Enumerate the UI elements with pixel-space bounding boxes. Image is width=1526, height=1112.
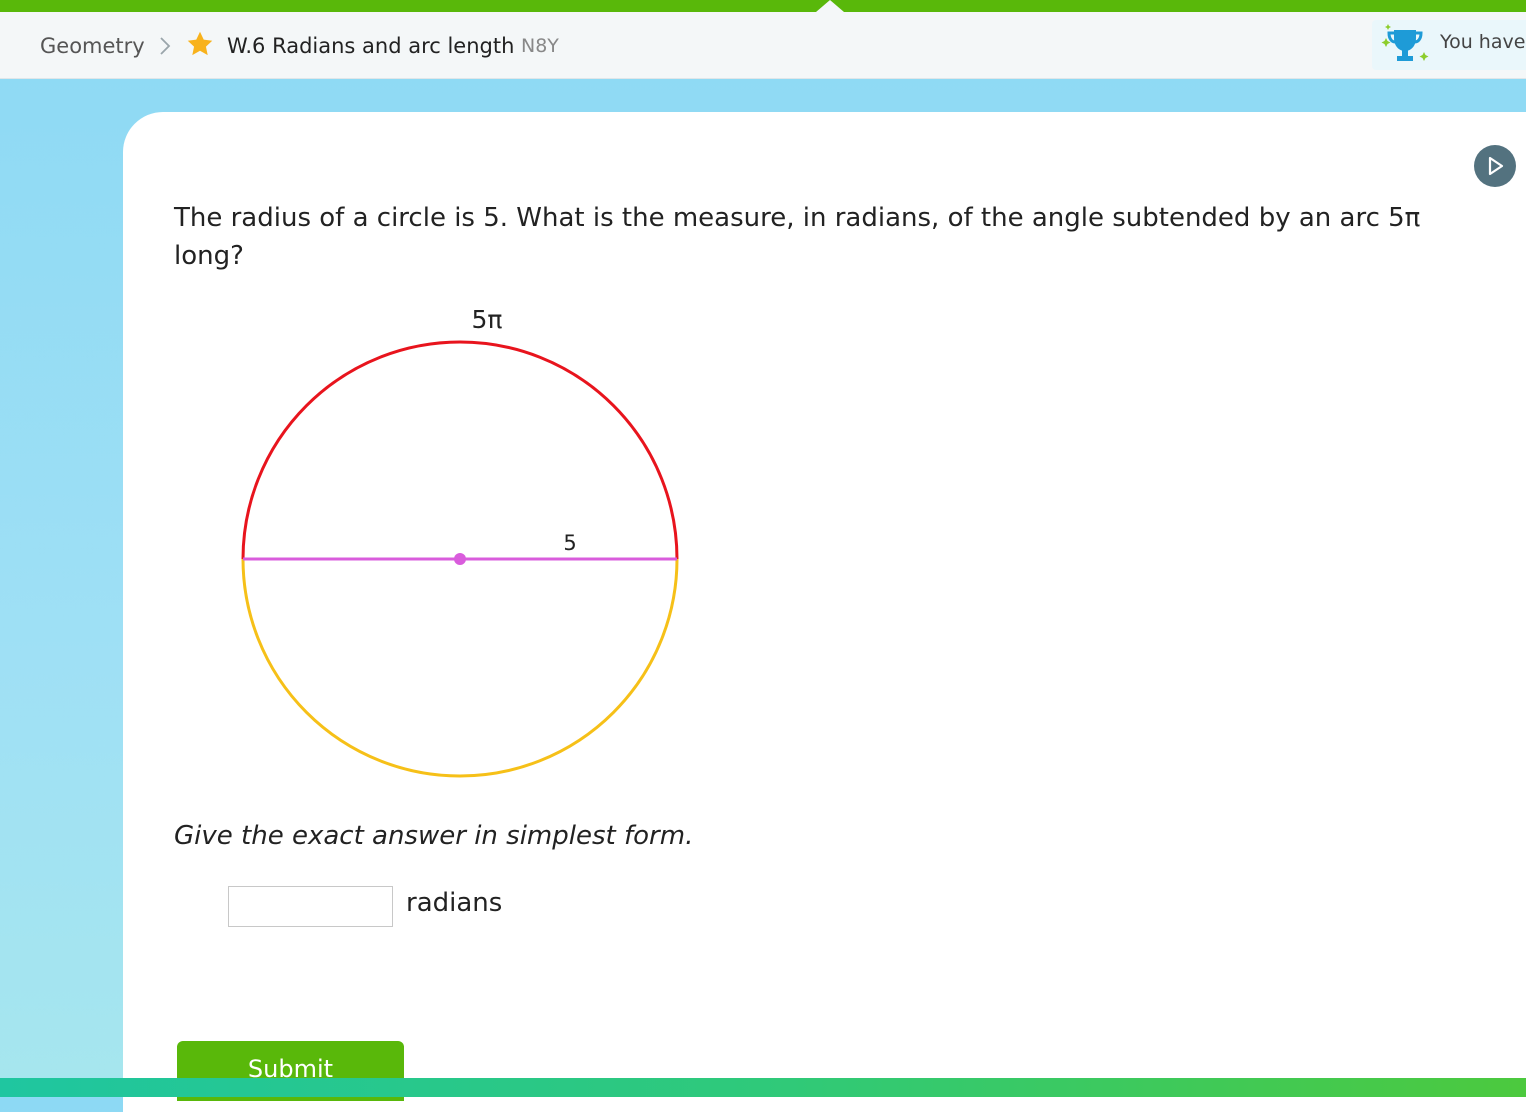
top-progress-bar xyxy=(0,0,1526,12)
top-notch xyxy=(816,0,844,12)
chevron-right-icon xyxy=(158,36,172,60)
award-text: You have xyxy=(1440,31,1526,53)
award-widget[interactable]: You have xyxy=(1372,20,1526,70)
arc-label: 5π xyxy=(472,305,503,334)
breadcrumb-subject[interactable]: Geometry xyxy=(40,34,145,58)
unit-label: radians xyxy=(406,888,503,918)
minor-arc-rest xyxy=(241,558,679,778)
arc-5pi xyxy=(241,340,679,560)
star-icon xyxy=(186,30,214,62)
circle-diagram: 5π 5 xyxy=(241,305,679,778)
question-prompt: The radius of a circle is 5. What is the… xyxy=(174,203,1421,271)
center-point xyxy=(454,553,466,565)
bottom-bar xyxy=(0,1078,1526,1097)
trophy-icon xyxy=(1378,24,1432,70)
play-icon xyxy=(1474,156,1516,191)
radius-label: 5 xyxy=(563,531,576,555)
instruction-text: Give the exact answer in simplest form. xyxy=(174,821,694,851)
answer-input[interactable] xyxy=(228,886,393,927)
breadcrumb-skill[interactable]: W.6 Radians and arc length xyxy=(227,34,514,58)
skill-code: N8Y xyxy=(521,35,559,57)
header: Geometry W.6 Radians and arc length N8Y … xyxy=(0,12,1526,79)
play-audio-button[interactable] xyxy=(1474,145,1516,187)
